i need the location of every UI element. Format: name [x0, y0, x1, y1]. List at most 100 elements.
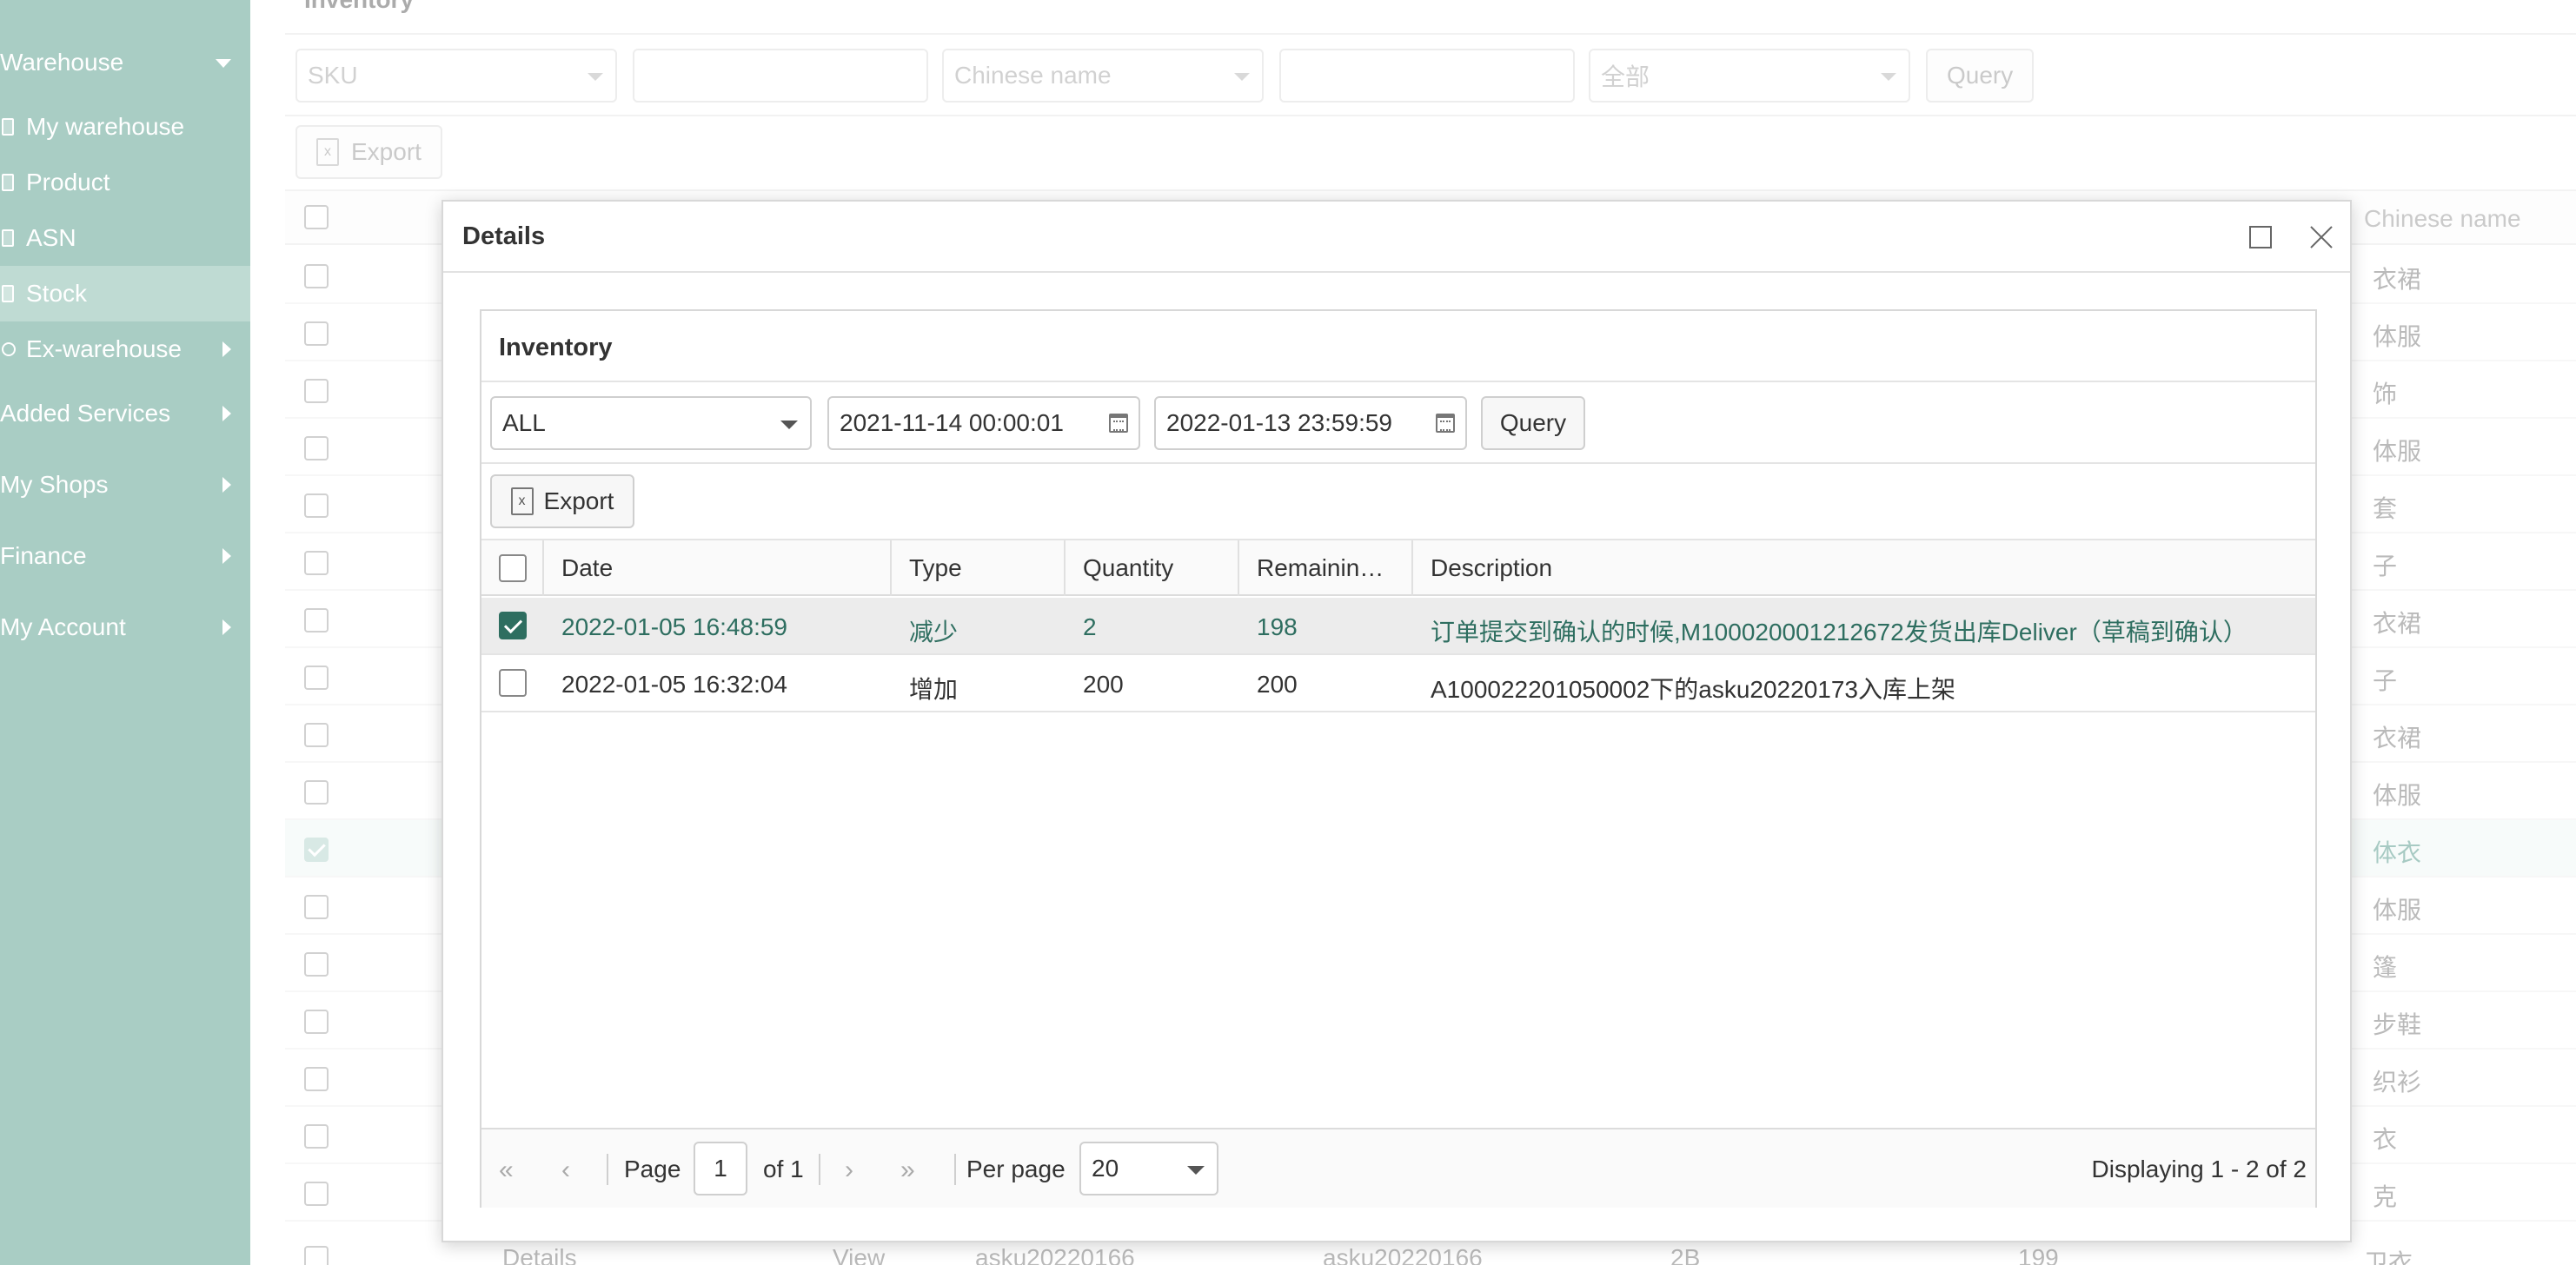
chevron-right-icon: [222, 341, 231, 357]
table-row[interactable]: 2022-01-05 16:48:59 减少 2 198 订单提交到确认的时候,…: [481, 598, 2315, 655]
type-select[interactable]: ALL: [490, 396, 812, 450]
code-cell: asku20220166: [1323, 1244, 1483, 1265]
chinese-name-cell: 步鞋: [2373, 1011, 2422, 1038]
column-header-remaining[interactable]: Remainin…: [1257, 554, 1396, 582]
sku-select[interactable]: SKU: [295, 49, 617, 103]
chinese-name-select[interactable]: Chinese name: [942, 49, 1264, 103]
row-checkbox[interactable]: [304, 666, 329, 690]
chinese-name-cell: 套: [2373, 495, 2398, 522]
page-number-input[interactable]: 1: [694, 1142, 747, 1195]
table-row[interactable]: 2022-01-05 16:32:04 增加 200 200 A10002220…: [481, 655, 2315, 712]
row-checkbox[interactable]: [304, 1124, 329, 1149]
row-checkbox[interactable]: [304, 551, 329, 575]
row-checkbox[interactable]: [304, 379, 329, 403]
per-page-select[interactable]: 20: [1079, 1142, 1218, 1195]
row-checkbox[interactable]: [304, 608, 329, 632]
view-link[interactable]: View: [833, 1244, 885, 1265]
display-summary: Displaying 1 - 2 of 2: [2091, 1156, 2307, 1182]
row-checkbox[interactable]: [499, 612, 527, 639]
first-page-icon[interactable]: «: [499, 1156, 514, 1185]
sidebar: Warehouse My warehouse Product ASN Stock…: [0, 0, 250, 1265]
page-title: Inventory: [304, 0, 414, 14]
row-checkbox[interactable]: [304, 493, 329, 518]
page-number-value: 1: [714, 1155, 727, 1182]
chevron-right-icon: [222, 548, 231, 564]
export-button-label: Export: [543, 487, 614, 514]
query-button[interactable]: Query: [1481, 396, 1585, 450]
export-button[interactable]: x Export: [295, 125, 442, 179]
calendar-icon[interactable]: [1109, 414, 1128, 433]
sidebar-group-label: Added Services: [0, 400, 171, 427]
sidebar-item-label: ASN: [26, 224, 76, 251]
sku-cell: asku20220166: [975, 1244, 1135, 1265]
row-checkbox[interactable]: [304, 895, 329, 919]
sidebar-group-finance[interactable]: Finance: [0, 528, 250, 584]
chevron-right-icon: [222, 406, 231, 421]
status-select[interactable]: 全部: [1589, 49, 1910, 103]
sidebar-item-stock[interactable]: Stock: [0, 266, 250, 321]
type-cell: 增加: [909, 676, 959, 703]
date-cell: 2022-01-05 16:32:04: [561, 671, 787, 698]
next-page-icon[interactable]: ›: [845, 1156, 853, 1185]
select-all-checkbox[interactable]: [499, 554, 527, 582]
sidebar-item-my-warehouse[interactable]: My warehouse: [0, 99, 250, 155]
sidebar-item-ex-warehouse[interactable]: Ex-warehouse: [0, 321, 250, 377]
row-checkbox[interactable]: [304, 1067, 329, 1091]
row-checkbox[interactable]: [304, 952, 329, 977]
description-cell: A100022201050002下的asku20220173入库上架: [1431, 676, 1955, 703]
date-from-field[interactable]: 2021-11-14 00:00:01: [827, 396, 1140, 450]
sidebar-group-label: My Shops: [0, 471, 109, 498]
maximize-icon[interactable]: [2249, 226, 2272, 248]
quantity-cell: 199: [2018, 1244, 2059, 1265]
query-button[interactable]: Query: [1926, 49, 2035, 103]
row-checkbox[interactable]: [304, 264, 329, 288]
last-page-icon[interactable]: »: [900, 1156, 915, 1185]
chevron-down-icon: [588, 73, 603, 81]
row-checkbox[interactable]: [304, 780, 329, 805]
date-to-field[interactable]: 2022-01-13 23:59:59: [1154, 396, 1467, 450]
pagination-bar: « ‹ Page 1 of 1 › » Per page 20 Displayi…: [481, 1128, 2315, 1208]
document-icon: [2, 174, 14, 191]
select-all-checkbox[interactable]: [304, 205, 329, 229]
sku-input[interactable]: [633, 49, 928, 103]
chinese-name-input[interactable]: [1279, 49, 1575, 103]
column-header-quantity[interactable]: Quantity: [1083, 554, 1173, 582]
excel-icon: x: [316, 138, 339, 166]
row-checkbox[interactable]: [304, 1246, 329, 1265]
circle-icon: [2, 342, 16, 356]
sidebar-group-my-account[interactable]: My Account: [0, 599, 250, 655]
row-checkbox[interactable]: [304, 1010, 329, 1034]
row-checkbox[interactable]: [304, 1182, 329, 1206]
type-select-value: ALL: [502, 409, 546, 436]
column-header-date[interactable]: Date: [561, 554, 613, 582]
sidebar-item-product[interactable]: Product: [0, 155, 250, 210]
chinese-name-cell: 体衣: [2373, 839, 2422, 866]
column-header-description[interactable]: Description: [1431, 554, 1552, 582]
calendar-icon[interactable]: [1436, 414, 1455, 433]
details-link[interactable]: Details: [502, 1244, 577, 1265]
sidebar-item-asn[interactable]: ASN: [0, 210, 250, 266]
inventory-panel: Inventory ALL 2021-11-14 00:00:01 2022-0…: [480, 309, 2317, 1208]
location-cell: 2B: [1670, 1244, 1701, 1265]
row-checkbox[interactable]: [499, 669, 527, 697]
chevron-down-icon: [216, 59, 231, 68]
row-checkbox[interactable]: [304, 321, 329, 346]
divider: [819, 1154, 820, 1185]
chinese-name-cell: 体服: [2373, 323, 2422, 350]
sidebar-group-added-services[interactable]: Added Services: [0, 386, 250, 441]
chinese-name-cell: 体服: [2373, 438, 2422, 465]
close-icon[interactable]: [2308, 224, 2334, 250]
date-from-value: 2021-11-14 00:00:01: [840, 409, 1064, 436]
export-button[interactable]: x Export: [490, 474, 634, 528]
chinese-name-cell: 衣: [2373, 1126, 2398, 1153]
sidebar-group-my-shops[interactable]: My Shops: [0, 457, 250, 513]
row-checkbox[interactable]: [304, 838, 329, 862]
divider: [954, 1154, 956, 1185]
row-checkbox[interactable]: [304, 436, 329, 460]
description-cell: 订单提交到确认的时候,M100020001212672发货出库Deliver（草…: [1431, 619, 2247, 646]
column-header-type[interactable]: Type: [909, 554, 962, 582]
sidebar-group-warehouse[interactable]: Warehouse: [0, 35, 250, 90]
row-checkbox[interactable]: [304, 723, 329, 747]
previous-page-icon[interactable]: ‹: [561, 1156, 570, 1185]
remaining-cell: 198: [1257, 613, 1298, 640]
